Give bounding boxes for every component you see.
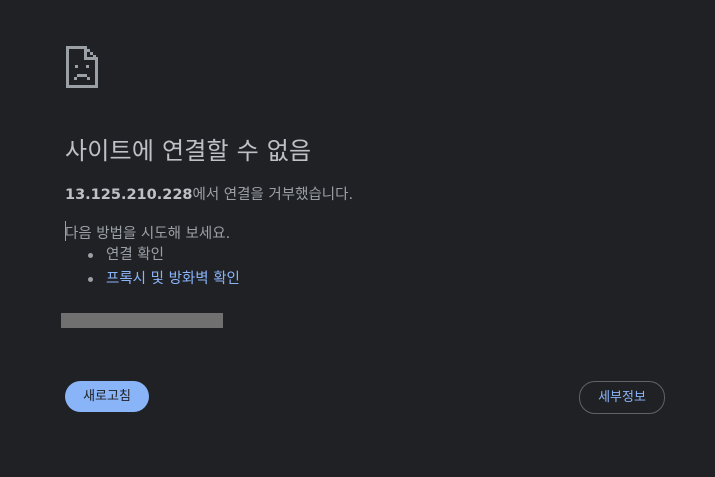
error-message-suffix: 에서 연결을 거부했습니다. [192,187,354,203]
suggestion-check-connection: 연결 확인 [65,244,240,268]
suggestions-intro: 다음 방법을 시도해 보세요. [65,226,231,242]
details-button[interactable]: 세부정보 [579,381,665,414]
bullet-icon [88,253,93,258]
reload-button[interactable]: 새로고침 [65,381,149,412]
sad-page-icon [66,46,98,88]
error-title: 사이트에 연결할 수 없음 [65,137,312,165]
suggestions-list: 연결 확인 프록시 및 방화벽 확인 [65,244,240,292]
bullet-icon [88,277,93,282]
suggestion-check-proxy-firewall: 프록시 및 방화벽 확인 [65,268,240,292]
suggestion-label: 연결 확인 [106,247,164,263]
error-message: 13.125.210.228에서 연결을 거부했습니다. [65,183,353,204]
redacted-error-code [61,313,223,328]
proxy-firewall-link[interactable]: 프록시 및 방화벽 확인 [106,271,240,287]
error-page: 사이트에 연결할 수 없음 13.125.210.228에서 연결을 거부했습니… [0,0,715,477]
error-host: 13.125.210.228 [65,187,193,203]
